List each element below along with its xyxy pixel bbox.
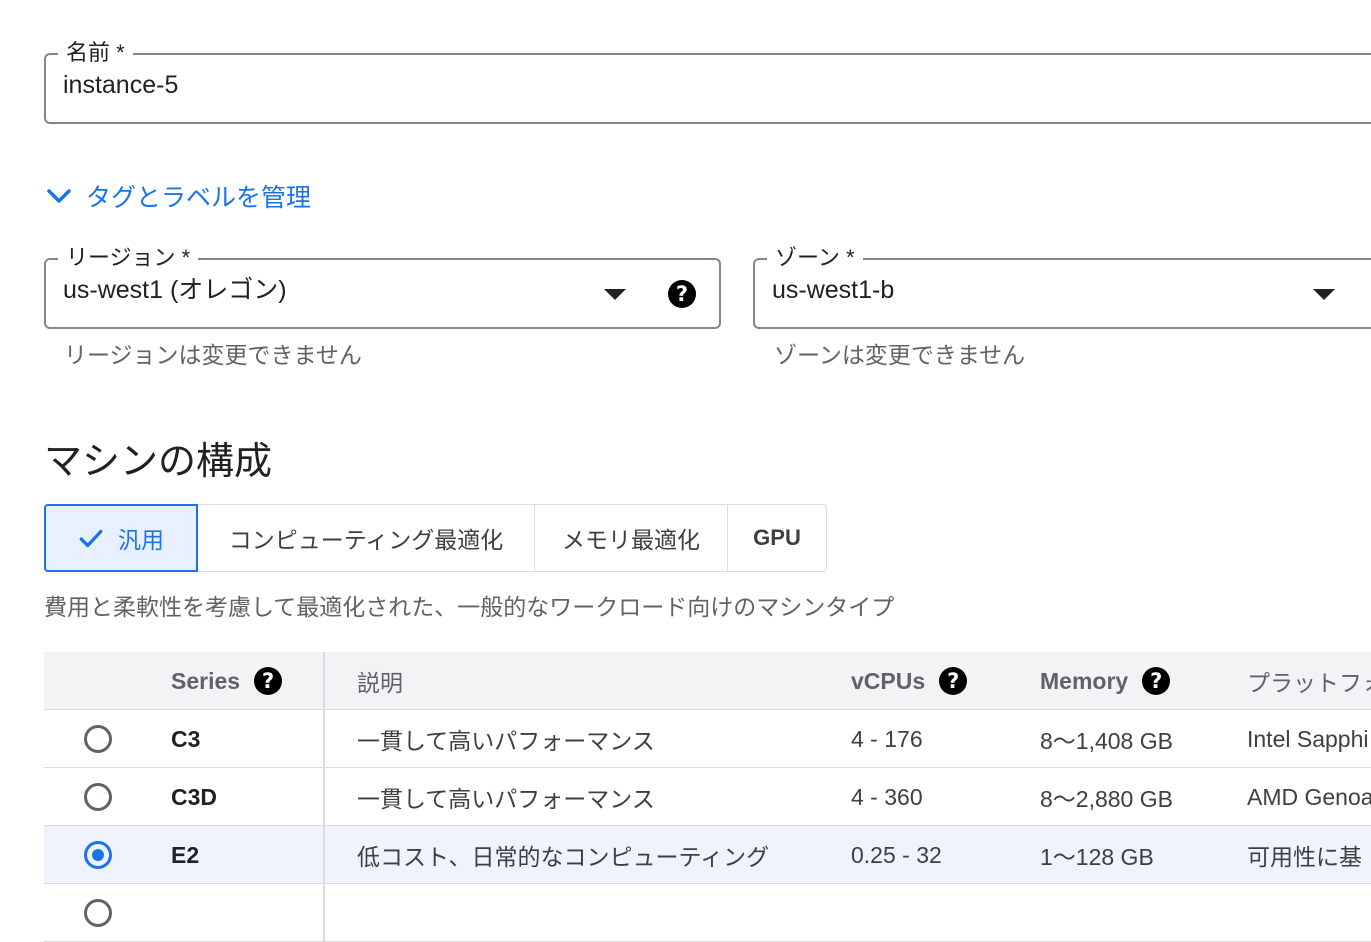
series-platform: AMD Genoa	[1247, 783, 1371, 810]
help-icon[interactable]: ?	[1142, 667, 1171, 695]
column-divider	[323, 652, 325, 709]
header-vcpus: vCPUs ?	[851, 652, 968, 710]
header-memory: Memory ?	[1040, 652, 1171, 710]
tab-gpu[interactable]: GPU	[727, 504, 827, 572]
machine-family-description: 費用と柔軟性を考慮して最適化された、一般的なワークロード向けのマシンタイプ	[44, 594, 895, 620]
series-radio[interactable]	[84, 783, 112, 811]
series-vcpus: 4 - 360	[851, 783, 923, 810]
tab-label: 汎用	[118, 527, 164, 553]
series-memory: 8〜2,880 GB	[1040, 786, 1173, 812]
manage-tags-labels-link[interactable]: タグとラベルを管理	[44, 176, 311, 216]
series-memory: 1〜128 GB	[1040, 844, 1154, 870]
series-platform: 可用性に基	[1247, 844, 1362, 870]
help-icon[interactable]: ?	[668, 280, 696, 308]
table-row[interactable]: C3D 一貫して高いパフォーマンス 4 - 360 8〜2,880 GB AMD…	[44, 768, 1371, 826]
series-radio[interactable]	[84, 841, 112, 869]
series-vcpus: 4 - 176	[851, 725, 923, 752]
name-field[interactable]: 名前 * instance-5	[44, 39, 1371, 124]
series-radio[interactable]	[84, 725, 112, 753]
help-icon[interactable]: ?	[254, 667, 283, 695]
header-vcpus-label: vCPUs	[851, 667, 926, 694]
chevron-down-icon	[47, 189, 71, 203]
name-field-label: 名前 *	[58, 39, 133, 67]
help-icon[interactable]: ?	[939, 667, 968, 695]
header-platform: プラットフォ	[1247, 670, 1371, 696]
series-name: C3D	[171, 783, 218, 810]
header-series-label: Series	[171, 667, 241, 694]
series-vcpus: 0.25 - 32	[851, 841, 942, 868]
column-divider	[323, 710, 325, 767]
tab-compute-optimized[interactable]: コンピューティング最適化	[197, 504, 535, 572]
column-divider	[323, 826, 325, 883]
name-input-value[interactable]: instance-5	[63, 68, 178, 102]
machine-config-title: マシンの構成	[44, 441, 273, 483]
tab-label: コンピューティング最適化	[228, 527, 504, 553]
region-select[interactable]: リージョン * us-west1 (オレゴン) ?	[44, 244, 721, 329]
series-platform: Intel Sapphi	[1247, 725, 1369, 752]
dropdown-arrow-icon[interactable]	[604, 289, 626, 300]
check-icon	[79, 529, 103, 548]
zone-select[interactable]: ゾーン * us-west1-b	[753, 244, 1371, 329]
series-description: 一貫して高いパフォーマンス	[357, 786, 655, 812]
table-row[interactable]: C3 一貫して高いパフォーマンス 4 - 176 8〜1,408 GB Inte…	[44, 710, 1371, 768]
series-name: E2	[171, 841, 200, 868]
region-label: リージョン *	[58, 244, 199, 272]
header-memory-label: Memory	[1040, 667, 1129, 694]
tab-label: GPU	[753, 525, 801, 550]
header-series: Series ?	[171, 652, 283, 710]
zone-label: ゾーン *	[767, 244, 863, 272]
header-description: 説明	[357, 670, 403, 696]
region-value: us-west1 (オレゴン)	[63, 276, 287, 304]
table-row[interactable]: E2 低コスト、日常的なコンピューティング 0.25 - 32 1〜128 GB…	[44, 826, 1371, 884]
zone-value: us-west1-b	[772, 276, 895, 304]
series-radio[interactable]	[84, 899, 112, 927]
column-divider	[323, 768, 325, 825]
tab-general-purpose[interactable]: 汎用	[44, 504, 198, 572]
zone-hint: ゾーンは変更できません	[774, 342, 1026, 368]
series-table: Series ? 説明 vCPUs ? Memory ? プラットフォ C3 一…	[44, 652, 1371, 942]
machine-family-tabs: 汎用 コンピューティング最適化 メモリ最適化 GPU	[44, 504, 827, 572]
manage-tags-labels-text: タグとラベルを管理	[86, 184, 312, 212]
table-row[interactable]	[44, 884, 1371, 942]
column-divider	[323, 884, 325, 941]
series-description: 低コスト、日常的なコンピューティング	[357, 844, 770, 870]
series-name: C3	[171, 725, 201, 752]
dropdown-arrow-icon[interactable]	[1313, 289, 1335, 300]
tab-label: メモリ最適化	[562, 527, 700, 553]
tab-memory-optimized[interactable]: メモリ最適化	[534, 504, 728, 572]
series-memory: 8〜1,408 GB	[1040, 728, 1173, 754]
region-hint: リージョンは変更できません	[64, 342, 362, 368]
table-header-row: Series ? 説明 vCPUs ? Memory ? プラットフォ	[44, 652, 1371, 710]
series-description: 一貫して高いパフォーマンス	[357, 728, 655, 754]
